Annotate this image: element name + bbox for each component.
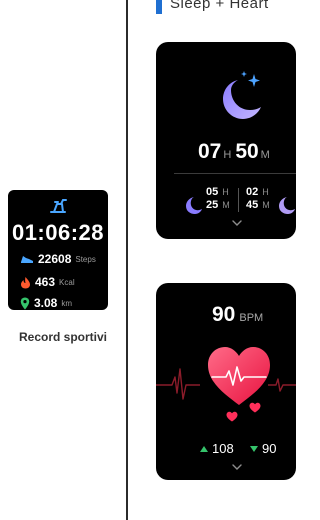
column-divider — [238, 188, 239, 212]
km-value: 3.08 — [34, 296, 58, 310]
small-heart-icon — [226, 411, 238, 422]
sleep-hours-unit: H — [223, 149, 232, 161]
sleep-card[interactable]: 07 H 50 M 05 H 25 M 02 H 45 M — [156, 42, 296, 239]
light-minutes-unit: M — [262, 200, 270, 210]
heart-rate-high: 108 — [200, 441, 234, 456]
calories-row: 463 Kcal — [20, 273, 75, 291]
section-marker — [156, 0, 162, 14]
divider-line — [174, 173, 296, 174]
sleep-minutes: 50 — [235, 140, 259, 163]
deep-hours-unit: H — [222, 187, 229, 197]
sleep-minutes-unit: M — [260, 149, 270, 161]
heart-rate-low: 90 — [250, 441, 276, 456]
workout-record-caption: Record sportivi — [18, 330, 108, 344]
deep-hours: 05 — [206, 186, 219, 198]
steps-unit: Steps — [75, 254, 96, 264]
vertical-divider — [126, 0, 128, 520]
heart-rate-value: 90 BPM — [212, 303, 263, 327]
shoe-icon — [21, 256, 33, 263]
location-pin-icon — [20, 297, 30, 309]
chevron-down-icon[interactable] — [232, 464, 242, 470]
deep-sleep-values: 05 H 25 M — [206, 186, 230, 212]
sleep-total-duration: 07 H 50 M — [198, 140, 274, 164]
bpm-value: 90 — [212, 303, 236, 326]
deep-minutes: 25 — [206, 199, 219, 211]
heart-rate-low-value: 90 — [262, 441, 277, 456]
sleep-hours: 07 — [198, 140, 222, 163]
down-triangle-icon — [250, 445, 258, 452]
km-unit: km — [61, 298, 73, 308]
up-triangle-icon — [200, 445, 208, 452]
light-hours-unit: H — [262, 187, 269, 197]
chevron-down-icon[interactable] — [232, 220, 242, 226]
distance-row: 3.08 km — [20, 294, 72, 312]
section-heading-partial: Sleep + Heart — [170, 0, 269, 12]
small-heart-icon — [249, 402, 261, 413]
kcal-unit: Kcal — [59, 277, 75, 287]
light-sleep-moon-icon — [279, 197, 295, 214]
light-sleep-values: 02 H 45 M — [246, 186, 270, 212]
bpm-unit: BPM — [239, 312, 264, 324]
workout-duration: 01:06:28 — [11, 220, 105, 245]
deep-minutes-unit: M — [222, 200, 230, 210]
steps-row: 22608 Steps — [20, 250, 96, 268]
light-hours: 02 — [246, 186, 259, 198]
deep-sleep-moon-icon — [186, 197, 202, 214]
workout-record-watch[interactable]: 01:06:28 22608 Steps 463 Kcal 3.08 km — [8, 190, 108, 310]
kcal-value: 463 — [35, 275, 56, 289]
heart-icon — [208, 347, 270, 405]
heart-rate-card[interactable]: 90 BPM 108 90 — [156, 283, 296, 480]
light-minutes: 45 — [246, 199, 259, 211]
exercise-bike-icon — [50, 199, 67, 213]
heart-rate-high-value: 108 — [212, 441, 234, 456]
flame-icon — [21, 276, 30, 288]
crescent-moon-icon — [223, 71, 261, 119]
steps-value: 22608 — [38, 252, 72, 266]
